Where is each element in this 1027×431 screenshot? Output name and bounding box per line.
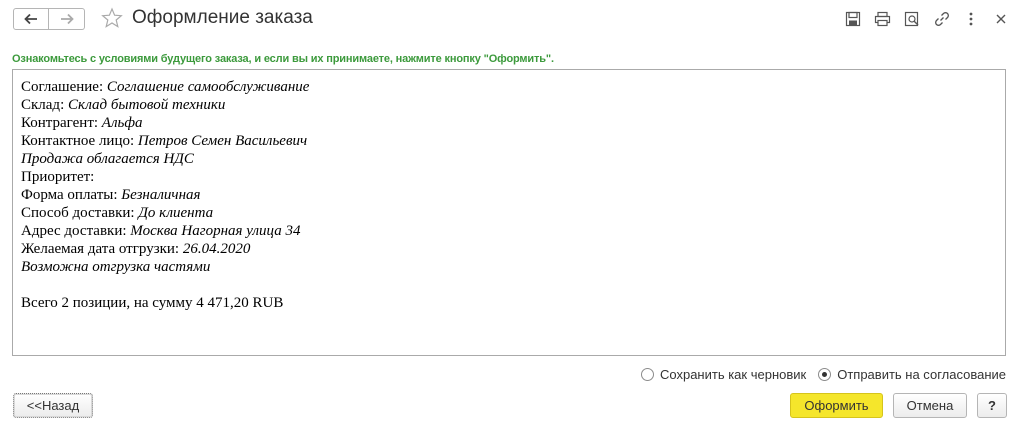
vat-note-text: Продажа облагается НДС bbox=[21, 151, 194, 167]
approval-radio-label[interactable]: Отправить на согласование bbox=[837, 367, 1006, 382]
draft-radio-label[interactable]: Сохранить как черновик bbox=[660, 367, 806, 382]
back-nav-button[interactable] bbox=[13, 8, 49, 30]
contact-line: Контактное лицо: Петров Семен Васильевич bbox=[21, 132, 997, 150]
payment-value: Безналичная bbox=[121, 187, 201, 203]
address-line: Адрес доставки: Москва Нагорная улица 34 bbox=[21, 222, 997, 240]
print-icon[interactable] bbox=[873, 10, 891, 28]
partial-note-text: Возможна отгрузка частями bbox=[21, 259, 211, 275]
forward-nav-button[interactable] bbox=[49, 8, 85, 30]
counterparty-line: Контрагент: Альфа bbox=[21, 114, 997, 132]
priority-line: Приоритет: bbox=[21, 168, 997, 186]
agreement-label: Соглашение: bbox=[21, 79, 107, 95]
submit-button[interactable]: Оформить bbox=[790, 393, 883, 418]
radio-circle-icon[interactable] bbox=[641, 368, 654, 381]
contact-value: Петров Семен Васильевич bbox=[137, 133, 308, 149]
preview-icon[interactable] bbox=[903, 10, 921, 28]
payment-label: Форма оплаты: bbox=[21, 187, 122, 203]
help-button[interactable]: ? bbox=[977, 393, 1007, 418]
order-total: Всего 2 позиции, на сумму 4 471,20 RUB bbox=[21, 295, 284, 311]
window-title: Оформление заказа bbox=[132, 7, 313, 28]
order-summary: Соглашение: Соглашение самообслуживание … bbox=[12, 69, 1006, 356]
delivery-label: Способ доставки: bbox=[21, 205, 139, 221]
arrow-left-icon bbox=[24, 13, 37, 25]
address-value: Москва Нагорная улица 34 bbox=[130, 223, 301, 239]
ship-date-value: 26.04.2020 bbox=[182, 241, 251, 257]
partial-shipment-note: Возможна отгрузка частями bbox=[21, 258, 997, 276]
counterparty-label: Контрагент: bbox=[21, 115, 102, 131]
contact-label: Контактное лицо: bbox=[21, 133, 138, 149]
draft-radio[interactable]: Сохранить как черновик bbox=[641, 367, 806, 382]
save-icon[interactable] bbox=[844, 10, 862, 28]
link-icon[interactable] bbox=[933, 10, 951, 28]
instruction-hint: Ознакомьтесь с условиями будущего заказа… bbox=[12, 53, 554, 65]
warehouse-label: Склад: bbox=[21, 97, 68, 113]
title-bar: Оформление заказа bbox=[0, 0, 1027, 38]
delivery-value: До клиента bbox=[138, 205, 214, 221]
agreement-line: Соглашение: Соглашение самообслуживание bbox=[21, 78, 997, 96]
warehouse-line: Склад: Склад бытовой техники bbox=[21, 96, 997, 114]
star-icon[interactable] bbox=[101, 7, 123, 29]
radio-checked-icon[interactable] bbox=[818, 368, 832, 381]
payment-line: Форма оплаты: Безналичная bbox=[21, 186, 997, 204]
ship-date-line: Желаемая дата отгрузки: 26.04.2020 bbox=[21, 240, 997, 258]
back-button[interactable]: <<Назад bbox=[13, 393, 93, 418]
warehouse-value: Склад бытовой техники bbox=[68, 97, 226, 113]
more-icon[interactable] bbox=[962, 10, 980, 28]
delivery-line: Способ доставки: До клиента bbox=[21, 204, 997, 222]
priority-label: Приоритет: bbox=[21, 169, 95, 185]
submit-mode-options: Сохранить как черновик Отправить на согл… bbox=[641, 367, 1006, 382]
ship-date-label: Желаемая дата отгрузки: bbox=[21, 241, 183, 257]
close-icon[interactable] bbox=[992, 10, 1010, 28]
agreement-value: Соглашение самообслуживание bbox=[106, 79, 310, 95]
arrow-right-icon bbox=[60, 13, 74, 25]
approval-radio[interactable]: Отправить на согласование bbox=[818, 367, 1006, 382]
counterparty-value: Альфа bbox=[101, 115, 143, 131]
cancel-button[interactable]: Отмена bbox=[893, 393, 967, 418]
vat-note: Продажа облагается НДС bbox=[21, 150, 997, 168]
address-label: Адрес доставки: bbox=[21, 223, 131, 239]
